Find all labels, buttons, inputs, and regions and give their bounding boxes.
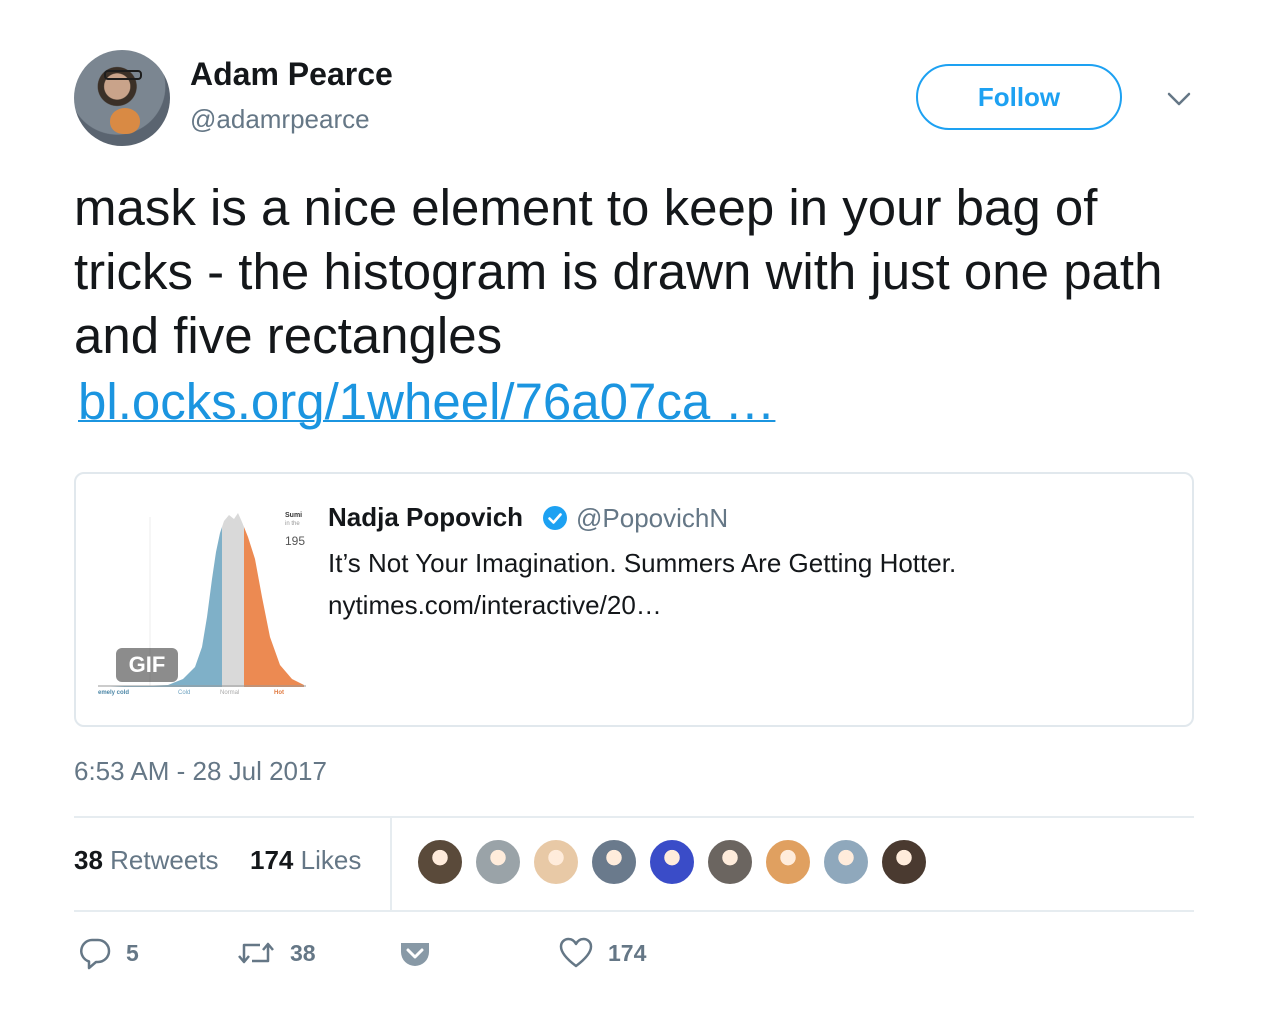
verified-badge-icon <box>543 506 567 530</box>
tweet-timestamp[interactable]: 6:53 AM - 28 Jul 2017 <box>74 756 327 787</box>
gif-badge: GIF <box>116 648 178 682</box>
reply-count: 5 <box>126 939 139 966</box>
liker-avatar-4[interactable] <box>590 838 638 886</box>
like-action[interactable]: 174 <box>558 936 646 970</box>
reply-icon <box>80 938 111 970</box>
follow-button[interactable]: Follow <box>916 64 1122 130</box>
retweets-label: Retweets <box>110 845 219 875</box>
tweet-link[interactable]: bl.ocks.org/1wheel/76a07ca … <box>78 370 775 434</box>
liker-avatar-9[interactable] <box>880 838 928 886</box>
quoted-author-name[interactable]: Nadja Popovich <box>328 502 523 533</box>
retweet-count: 38 <box>290 939 316 966</box>
likes-stat[interactable]: 174 Likes <box>250 845 361 876</box>
quoted-author-handle[interactable]: @PopovichN <box>576 503 728 534</box>
pocket-action[interactable] <box>398 936 432 970</box>
quoted-tweet-link[interactable]: nytimes.com/interactive/20… <box>328 590 662 621</box>
liker-avatar-8[interactable] <box>822 838 870 886</box>
thumb-label-inthe: in the <box>285 521 300 527</box>
author-name[interactable]: Adam Pearce <box>190 56 393 93</box>
quoted-tweet-text: It’s Not Your Imagination. Summers Are G… <box>328 548 957 578</box>
liker-avatar-2[interactable] <box>474 838 522 886</box>
author-avatar[interactable] <box>74 50 170 146</box>
liker-avatar-6[interactable] <box>706 838 754 886</box>
avatar-dog <box>110 108 140 134</box>
liker-avatar-7[interactable] <box>764 838 812 886</box>
thumb-label-sum: Sumi <box>285 512 302 519</box>
retweets-stat[interactable]: 38 Retweets <box>74 845 219 876</box>
likes-count: 174 <box>250 845 294 875</box>
liker-avatar-1[interactable] <box>416 838 464 886</box>
chevron-down-icon[interactable] <box>1164 84 1194 114</box>
pocket-icon <box>401 943 429 966</box>
retweet-icon <box>238 942 274 964</box>
thumb-label-cold: Cold <box>178 690 190 696</box>
liker-avatar-5[interactable] <box>648 838 696 886</box>
heart-icon <box>559 937 593 968</box>
reply-action[interactable]: 5 <box>78 936 139 970</box>
divider-top <box>74 816 1194 818</box>
thumb-label-year: 195 <box>285 534 305 548</box>
thumb-label-normal: Normal <box>220 690 239 696</box>
thumb-label-hot: Hot <box>274 690 284 696</box>
author-handle[interactable]: @adamrpearce <box>190 104 370 135</box>
likes-label: Likes <box>300 845 362 875</box>
thumb-label-extreme-cold: emely cold <box>98 690 129 696</box>
liker-avatar-3[interactable] <box>532 838 580 886</box>
tweet-text: mask is a nice element to keep in your b… <box>74 179 1163 364</box>
divider-bottom <box>74 910 1194 912</box>
retweets-count: 38 <box>74 845 103 875</box>
avatar-glasses <box>104 70 142 80</box>
stats-divider <box>390 817 392 910</box>
retweet-action[interactable]: 38 <box>236 936 316 970</box>
like-count: 174 <box>608 939 647 966</box>
